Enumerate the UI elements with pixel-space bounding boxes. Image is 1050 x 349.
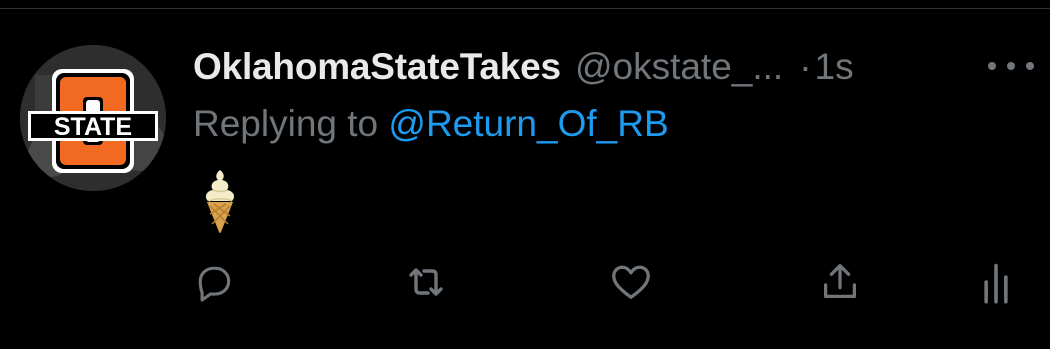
replying-to-line: Replying to @Return_Of_RB xyxy=(193,103,669,145)
timestamp[interactable]: 1s xyxy=(815,46,854,88)
reply-mention-link[interactable]: @Return_Of_RB xyxy=(388,103,668,144)
share-upload-icon xyxy=(823,264,857,299)
more-dot-icon xyxy=(988,62,996,70)
tweet-body: 🍦 xyxy=(200,168,240,234)
tweet-action-bar xyxy=(0,254,1050,310)
more-dot-icon xyxy=(1026,62,1034,70)
analytics-button[interactable] xyxy=(968,254,1024,310)
soft-ice-cream-icon: 🍦 xyxy=(205,170,235,233)
heart-outline-icon xyxy=(612,265,650,299)
display-name[interactable]: OklahomaStateTakes xyxy=(193,46,561,88)
reply-button[interactable] xyxy=(186,254,242,310)
bar-chart-icon xyxy=(984,263,1008,304)
okstate-logo-icon: STATE xyxy=(20,45,166,191)
separator-dot: · xyxy=(799,46,812,87)
replying-to-label: Replying to xyxy=(193,103,389,144)
user-handle[interactable]: @okstate_... xyxy=(575,46,783,88)
like-button[interactable] xyxy=(603,254,659,310)
retweet-arrows-icon xyxy=(409,268,443,296)
retweet-button[interactable] xyxy=(398,254,454,310)
tweet-header: OklahomaStateTakes @okstate_... · 1s xyxy=(193,42,854,92)
speech-bubble-icon xyxy=(198,266,231,302)
top-divider xyxy=(0,8,1050,9)
more-options-button[interactable] xyxy=(988,54,1034,78)
share-button[interactable] xyxy=(812,254,868,310)
profile-avatar[interactable]: STATE xyxy=(20,45,166,191)
logo-text: STATE xyxy=(54,113,132,141)
more-dot-icon xyxy=(1007,62,1015,70)
